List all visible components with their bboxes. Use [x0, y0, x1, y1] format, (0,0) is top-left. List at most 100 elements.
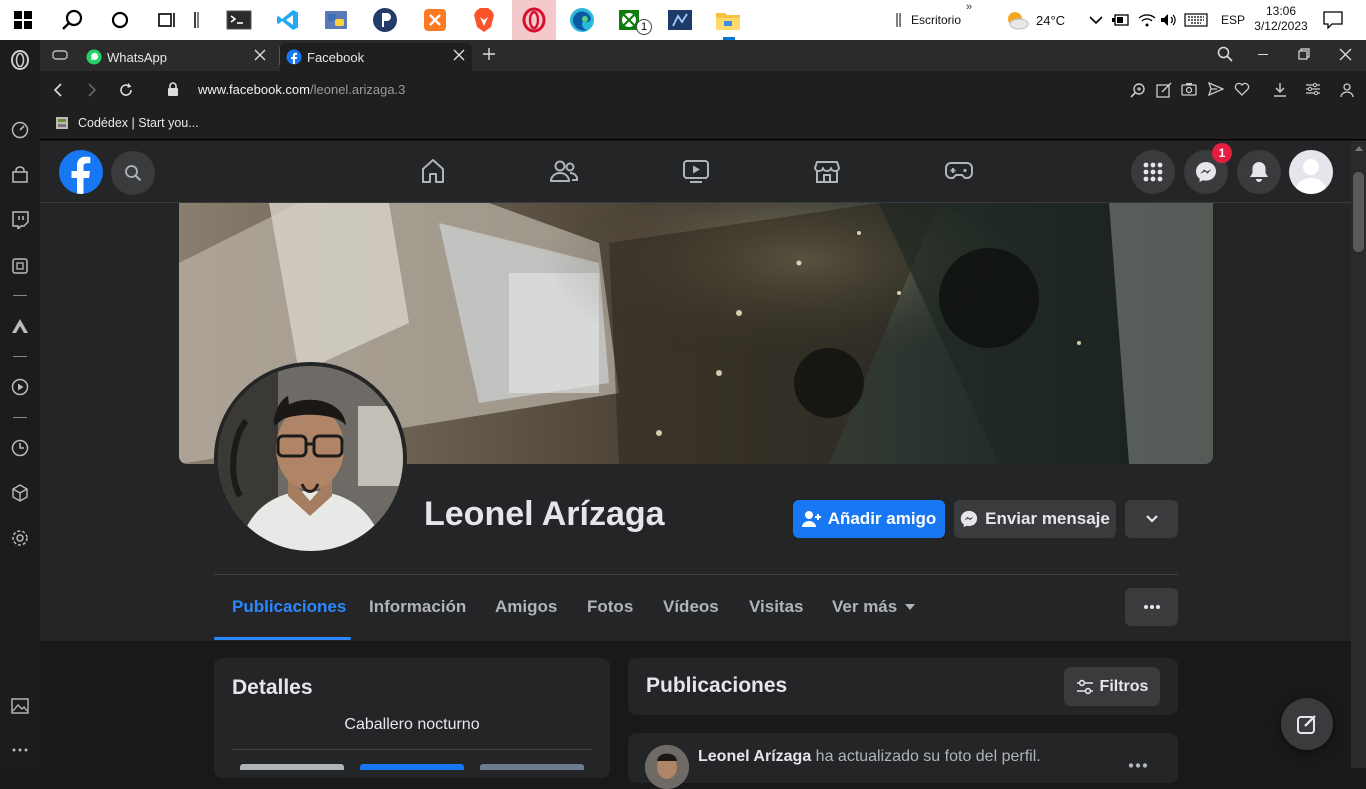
- minimize-icon[interactable]: [1258, 54, 1268, 55]
- pycharm-icon[interactable]: [370, 5, 400, 35]
- history-icon[interactable]: [8, 436, 32, 460]
- file-explorer-icon[interactable]: [713, 5, 743, 35]
- page-scrollbar[interactable]: [1351, 141, 1366, 768]
- tab-videos[interactable]: Vídeos: [663, 597, 719, 617]
- tab-publicaciones[interactable]: Publicaciones: [232, 597, 346, 617]
- shopping-bag-icon[interactable]: [8, 163, 32, 187]
- clock[interactable]: 13:06 3/12/2023: [1252, 4, 1310, 34]
- tab-facebook[interactable]: Facebook: [280, 43, 472, 71]
- friends-icon[interactable]: [548, 155, 580, 187]
- brave-icon[interactable]: [469, 5, 499, 35]
- settings-gear-icon[interactable]: [8, 526, 32, 550]
- new-message-button[interactable]: [1281, 698, 1333, 750]
- profile-more-button[interactable]: [1125, 588, 1178, 626]
- extensions-cube-icon[interactable]: [8, 481, 32, 505]
- profile-picture-frame[interactable]: [214, 362, 407, 555]
- gaming-icon[interactable]: [943, 155, 975, 187]
- tab-islands-icon[interactable]: [52, 48, 68, 62]
- featured-photo-thumb[interactable]: [360, 764, 464, 770]
- close-tab-icon[interactable]: [254, 49, 266, 61]
- xampp-icon[interactable]: [420, 5, 450, 35]
- volume-icon[interactable]: [1160, 0, 1178, 40]
- post-author-name[interactable]: Leonel Arízaga: [698, 748, 811, 765]
- send-icon[interactable]: [1208, 82, 1224, 96]
- wifi-icon[interactable]: [1138, 0, 1156, 40]
- python-idle-icon[interactable]: [322, 5, 352, 35]
- notifications-center-icon[interactable]: [1323, 0, 1343, 40]
- bookmark-codedex[interactable]: Codédex | Start you...: [54, 115, 199, 131]
- marketplace-icon[interactable]: [811, 155, 843, 187]
- send-message-button[interactable]: Enviar mensaje: [954, 500, 1116, 538]
- menu-grid-icon[interactable]: [1131, 150, 1175, 194]
- gallery-icon[interactable]: [8, 694, 32, 718]
- tab-amigos[interactable]: Amigos: [495, 597, 557, 617]
- share-edit-icon[interactable]: [1156, 82, 1172, 98]
- search-icon[interactable]: [57, 5, 87, 35]
- close-tab-icon[interactable]: [453, 49, 465, 61]
- notifications-bell-icon[interactable]: [1237, 150, 1281, 194]
- downloads-icon[interactable]: [1272, 82, 1288, 98]
- temperature-label[interactable]: 24°C: [1036, 0, 1065, 40]
- tab-visitas[interactable]: Visitas: [749, 597, 804, 617]
- featured-photo-thumb[interactable]: [240, 764, 344, 770]
- watch-video-icon[interactable]: [680, 155, 712, 187]
- facebook-logo-icon[interactable]: [59, 150, 103, 194]
- post-options-icon[interactable]: [1128, 763, 1148, 768]
- forward-icon[interactable]: [87, 83, 97, 97]
- vscode-icon[interactable]: [273, 5, 303, 35]
- scroll-up-arrow-icon[interactable]: [1355, 146, 1363, 151]
- speed-dial-icon[interactable]: [8, 118, 32, 142]
- snapshot-camera-icon[interactable]: [1181, 82, 1197, 96]
- more-dots-icon[interactable]: [8, 738, 32, 762]
- url-text[interactable]: www.facebook.com/leonel.arizaga.3: [198, 82, 405, 97]
- bookmark-label: Codédex | Start you...: [78, 116, 199, 130]
- cortana-icon[interactable]: [105, 5, 135, 35]
- featured-photo-thumb[interactable]: [480, 764, 584, 770]
- tab-search-icon[interactable]: [1217, 46, 1233, 62]
- tray-chevron-icon[interactable]: [1089, 0, 1103, 40]
- scrollbar-thumb[interactable]: [1353, 172, 1364, 252]
- restore-icon[interactable]: [1298, 48, 1310, 60]
- language-indicator[interactable]: ESP: [1221, 0, 1245, 40]
- player-icon[interactable]: [8, 375, 32, 399]
- reload-icon[interactable]: [118, 82, 134, 98]
- tab-informacion[interactable]: Información: [369, 597, 466, 617]
- new-tab-icon[interactable]: [482, 47, 496, 61]
- chatgpt-icon[interactable]: [8, 254, 32, 278]
- zoom-icon[interactable]: [1130, 82, 1146, 98]
- favorite-heart-icon[interactable]: [1234, 82, 1250, 96]
- tab-fotos[interactable]: Fotos: [587, 597, 633, 617]
- more-options-dropdown-button[interactable]: [1125, 500, 1178, 538]
- keyboard-icon[interactable]: [1184, 0, 1208, 40]
- task-view-icon[interactable]: [153, 5, 183, 35]
- home-icon[interactable]: [417, 155, 449, 187]
- close-window-icon[interactable]: [1339, 48, 1352, 61]
- toolbar-chevron-icon[interactable]: »: [966, 1, 972, 13]
- opera-menu-icon[interactable]: [8, 48, 32, 72]
- opera-taskbar-icon[interactable]: [512, 0, 556, 40]
- weather-icon[interactable]: [1002, 5, 1032, 35]
- edge-icon[interactable]: [567, 5, 597, 35]
- lock-icon[interactable]: [167, 82, 179, 96]
- back-icon[interactable]: [53, 83, 63, 97]
- terminal-icon[interactable]: [224, 5, 254, 35]
- tab-ver-mas[interactable]: Ver más: [832, 597, 916, 617]
- twitch-icon[interactable]: [8, 208, 32, 232]
- tab-whatsapp[interactable]: WhatsApp: [80, 43, 278, 71]
- whatsapp-icon: [86, 49, 102, 65]
- add-friend-icon: [801, 511, 821, 527]
- easy-setup-icon[interactable]: [1305, 82, 1321, 96]
- battery-icon[interactable]: [1112, 0, 1130, 40]
- aria-ai-icon[interactable]: [8, 314, 32, 338]
- facebook-search-icon[interactable]: [111, 151, 155, 195]
- desktop-toolbar-label[interactable]: Escritorio: [911, 0, 961, 40]
- account-avatar[interactable]: [1289, 150, 1333, 194]
- xbox-notification-badge: 1: [636, 19, 652, 35]
- filters-button[interactable]: Filtros: [1064, 667, 1160, 706]
- post-author-avatar[interactable]: [645, 745, 689, 789]
- sql-server-icon[interactable]: [665, 5, 695, 35]
- profile-person-icon[interactable]: [1340, 82, 1354, 98]
- windows-start-icon[interactable]: [8, 5, 38, 35]
- messenger-unread-badge: 1: [1212, 143, 1232, 163]
- add-friend-button[interactable]: Añadir amigo: [793, 500, 945, 538]
